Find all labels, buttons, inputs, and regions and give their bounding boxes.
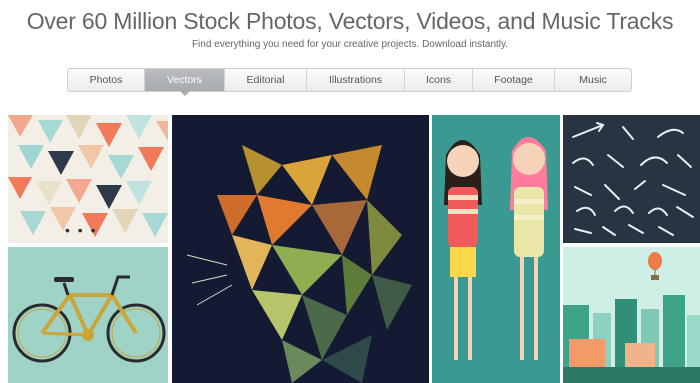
tab-vectors[interactable]: Vectors [145,69,225,96]
tab-editorial[interactable]: Editorial [225,69,307,91]
tab-photos[interactable]: Photos [68,69,145,91]
category-tabs: Photos Vectors Editorial Illustrations I… [67,68,632,96]
tiger-tile[interactable] [172,115,429,383]
tab-icons[interactable]: Icons [405,69,473,91]
arrows-set-image [572,122,694,236]
more-dots-icon[interactable]: • • • [65,222,97,238]
city-skyline-image [563,252,700,383]
bicycle-tile[interactable] [8,247,168,383]
geometric-triangles-tile[interactable]: • • • [8,115,168,243]
page-headline: Over 60 Million Stock Photos, Vectors, V… [26,8,674,34]
cartoon-girls-image [444,137,548,360]
tab-illustrations[interactable]: Illustrations [307,69,405,91]
page-subheadline: Find everything you need for your creati… [191,39,509,50]
city-skyline-tile[interactable] [563,247,700,383]
bicycle-image [12,275,166,363]
low-poly-tiger-image [186,145,412,383]
arrows-set-tile[interactable] [563,115,700,243]
cartoon-girls-tile[interactable] [432,115,560,383]
tab-footage[interactable]: Footage [473,69,555,91]
tab-music[interactable]: Music [555,69,631,91]
